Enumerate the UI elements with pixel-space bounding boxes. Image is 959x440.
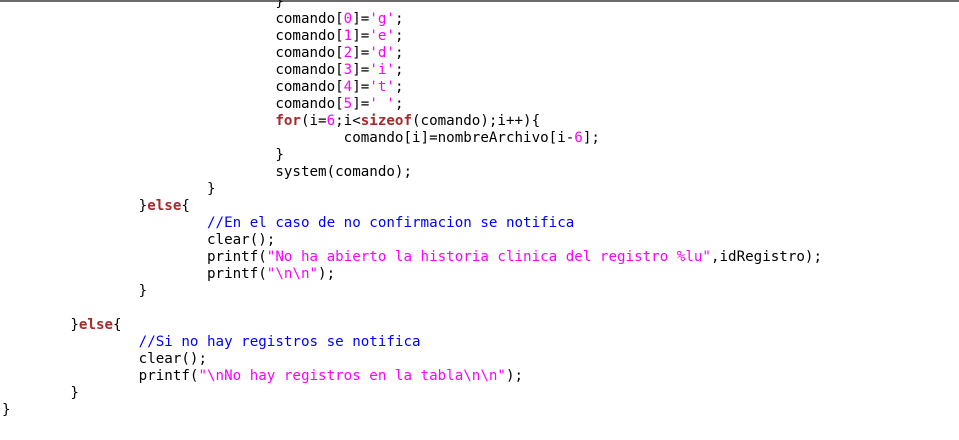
code-line[interactable]: printf("\nNo hay registros en la tabla\n…: [2, 368, 822, 385]
code-line[interactable]: }: [2, 0, 822, 11]
code-number: 2: [343, 45, 353, 61]
code-string: "\n\n": [266, 266, 319, 282]
code-text: }: [2, 0, 284, 10]
code-text: );: [505, 368, 524, 384]
code-text: }: [2, 317, 79, 333]
code-line[interactable]: for(i=6;i<sizeof(comando);i++){: [2, 113, 822, 130]
code-string: "\nNo hay registros en la tabla\n\n": [198, 368, 506, 384]
code-number: 1: [343, 28, 353, 44]
code-editor[interactable]: } comando[0]='g'; comando[1]='e'; comand…: [0, 0, 959, 440]
code-line[interactable]: }: [2, 385, 822, 402]
code-text: (i=: [300, 113, 327, 129]
code-text: {: [113, 317, 122, 333]
code-string: 'i': [369, 62, 395, 78]
code-line[interactable]: //En el caso de no confirmacion se notif…: [2, 215, 822, 232]
code-number: 3: [343, 62, 353, 78]
code-line[interactable]: clear();: [2, 232, 822, 249]
code-number: 5: [343, 96, 353, 112]
code-line[interactable]: comando[1]='e';: [2, 28, 822, 45]
code-line[interactable]: comando[0]='g';: [2, 11, 822, 28]
code-text: ;: [394, 11, 404, 27]
code-text: );: [318, 266, 336, 282]
code-text: }: [2, 385, 79, 401]
code-text: comando[: [2, 62, 344, 78]
code-number: 6: [326, 113, 336, 129]
code-comment: //Si no hay registros se notifica: [138, 334, 421, 350]
code-text: ;: [394, 28, 404, 44]
code-text: comando[: [2, 45, 344, 61]
code-string: 'e': [369, 28, 395, 44]
code-string: 'g': [369, 11, 395, 27]
code-text: comando[i]=nombreArchivo[i-: [2, 130, 575, 146]
code-text: comando[: [2, 79, 344, 95]
code-text: ]=: [352, 62, 370, 78]
code-text: printf(: [2, 266, 267, 282]
code-text: }: [2, 147, 284, 163]
code-text: }: [2, 402, 11, 418]
code-line[interactable]: printf("\n\n");: [2, 266, 822, 283]
code-keyword: for: [275, 113, 301, 129]
code-string: "No ha abierto la historia clinica del r…: [266, 249, 711, 265]
code-text: ]=: [352, 79, 370, 95]
code-keyword: else: [78, 317, 114, 333]
code-line[interactable]: system(comando);: [2, 164, 822, 181]
code-text: ]=: [352, 11, 370, 27]
code-text: ;: [394, 45, 404, 61]
code-string: ' ': [369, 96, 395, 112]
code-line[interactable]: }: [2, 402, 822, 419]
code-text: ]=: [352, 28, 370, 44]
code-keyword: sizeof: [360, 113, 413, 129]
code-line[interactable]: comando[4]='t';: [2, 79, 822, 96]
code-text: system(comando);: [2, 164, 412, 180]
code-text: printf(: [2, 249, 267, 265]
code-line[interactable]: }else{: [2, 198, 822, 215]
code-line[interactable]: }: [2, 181, 822, 198]
code-text: {: [181, 198, 190, 214]
code-number: 6: [574, 130, 583, 146]
code-number: 4: [343, 79, 353, 95]
code-text: ,idRegistro);: [710, 249, 823, 265]
code-text: ;: [394, 96, 404, 112]
code-line[interactable]: clear();: [2, 351, 822, 368]
code-line[interactable]: //Si no hay registros se notifica: [2, 334, 822, 351]
code-keyword: else: [147, 198, 182, 214]
code-line[interactable]: }: [2, 147, 822, 164]
code-text: ];: [582, 130, 600, 146]
code-text: clear();: [2, 351, 207, 367]
code-text: printf(: [2, 368, 199, 384]
code-text: }: [2, 198, 148, 214]
code-line[interactable]: comando[2]='d';: [2, 45, 822, 62]
code-line[interactable]: comando[i]=nombreArchivo[i-6];: [2, 130, 822, 147]
code-area[interactable]: } comando[0]='g'; comando[1]='e'; comand…: [2, 0, 822, 419]
code-text: ;i<: [335, 113, 361, 129]
code-text: ]=: [352, 96, 370, 112]
code-text: ]=: [352, 45, 370, 61]
code-text: ;: [394, 62, 404, 78]
code-text: ;: [394, 79, 404, 95]
code-comment: //En el caso de no confirmacion se notif…: [207, 215, 575, 231]
code-text: clear();: [2, 232, 276, 248]
code-line[interactable]: [2, 300, 822, 317]
code-text: comando[: [2, 28, 344, 44]
code-text: (comando);i++){: [412, 113, 541, 129]
code-line[interactable]: }else{: [2, 317, 822, 334]
code-text: comando[: [2, 96, 344, 112]
code-line[interactable]: }: [2, 283, 822, 300]
code-number: 0: [343, 11, 353, 27]
code-line[interactable]: comando[5]=' ';: [2, 96, 822, 113]
code-line[interactable]: comando[3]='i';: [2, 62, 822, 79]
code-string: 'd': [369, 45, 395, 61]
code-text: }: [2, 181, 216, 197]
code-text: comando[: [2, 11, 344, 27]
code-line[interactable]: printf("No ha abierto la historia clinic…: [2, 249, 822, 266]
code-string: 't': [369, 79, 395, 95]
code-text: }: [2, 283, 148, 299]
